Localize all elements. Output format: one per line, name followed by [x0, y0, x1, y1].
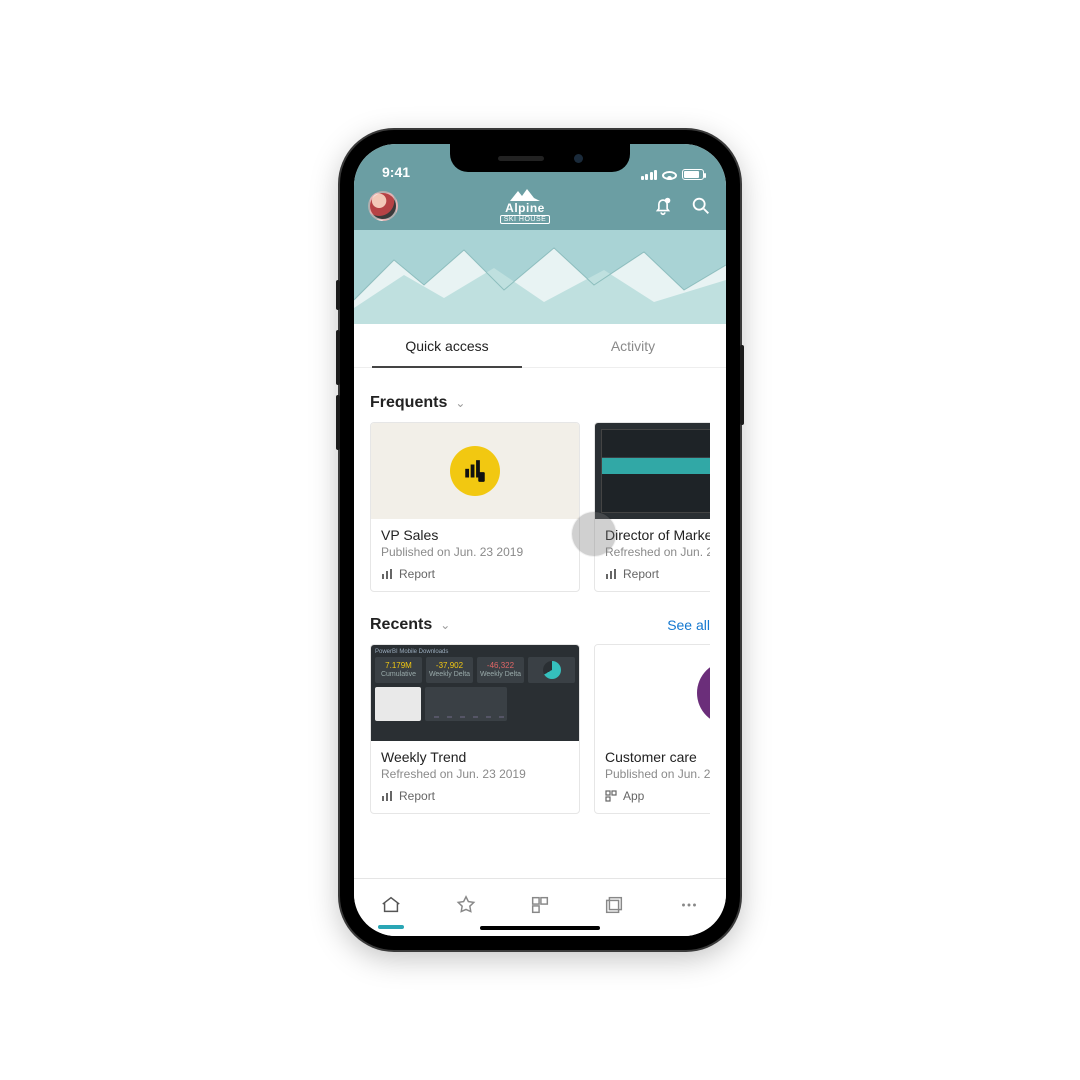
workspaces-icon	[603, 894, 625, 916]
card-thumbnail: PowerBI Mobile Downloads 7.179MCumulativ…	[371, 645, 579, 741]
screen: 9:41 Alpine SKI HOUSE	[354, 144, 726, 936]
battery-icon	[682, 169, 704, 180]
table-preview	[375, 687, 421, 721]
nav-apps[interactable]	[518, 887, 562, 923]
card-title: VP Sales	[381, 527, 569, 543]
status-time: 9:41	[376, 164, 410, 180]
nav-more[interactable]	[667, 887, 711, 923]
card-thumbnail: 0.7	[595, 423, 710, 519]
section-frequents: Frequents ⌄ VP Sales	[354, 380, 726, 602]
tab-label: Quick access	[405, 338, 488, 354]
pie-icon	[543, 661, 561, 679]
card-kind: Report	[605, 567, 710, 581]
search-icon[interactable]	[690, 195, 712, 217]
app-icon	[605, 790, 617, 802]
brand-line2: SKI HOUSE	[500, 215, 551, 224]
home-icon	[380, 894, 402, 916]
nav-workspaces[interactable]	[592, 887, 636, 923]
hero-image	[354, 230, 726, 324]
card-customer-care[interactable]: MI Customer care Published on Jun. 23 20…	[594, 644, 710, 814]
card-subtitle: Refreshed on Jun. 23 2019	[381, 767, 569, 781]
status-icons	[641, 169, 705, 180]
card-subtitle: Published on Jun. 23 2019	[605, 767, 710, 781]
section-heading: Recents	[370, 616, 432, 634]
card-title: Director of Marketing	[605, 527, 710, 543]
section-heading: Frequents	[370, 394, 447, 412]
report-icon	[605, 568, 617, 580]
phone-frame: 9:41 Alpine SKI HOUSE	[340, 130, 740, 950]
profile-avatar[interactable]	[368, 191, 398, 221]
side-button	[336, 395, 340, 450]
side-button	[336, 330, 340, 385]
home-indicator[interactable]	[480, 926, 600, 930]
touch-indicator	[572, 512, 616, 556]
dashboard-title: PowerBI Mobile Downloads	[375, 649, 575, 655]
powerbi-icon	[450, 446, 500, 496]
card-subtitle: Published on Jun. 23 2019	[381, 545, 569, 559]
notifications-icon[interactable]	[652, 195, 674, 217]
card-kind: App	[605, 789, 710, 803]
card-title: Customer care	[605, 749, 710, 765]
tab-activity[interactable]: Activity	[540, 324, 726, 367]
tabs: Quick access Activity	[354, 324, 726, 368]
apps-icon	[529, 894, 551, 916]
card-weekly-trend[interactable]: PowerBI Mobile Downloads 7.179MCumulativ…	[370, 644, 580, 814]
bar-preview	[425, 687, 507, 721]
chevron-down-icon[interactable]: ⌄	[455, 396, 465, 410]
card-thumbnail: MI	[595, 645, 710, 741]
nav-favorites[interactable]	[444, 887, 488, 923]
nav-home[interactable]	[369, 887, 413, 923]
brand-line1: Alpine	[505, 202, 545, 214]
card-vp-sales[interactable]: VP Sales Published on Jun. 23 2019 Repor…	[370, 422, 580, 592]
app-avatar: MI	[697, 661, 710, 725]
card-subtitle: Refreshed on Jun. 23 2019	[605, 545, 710, 559]
card-director-marketing[interactable]: 0.7 Director of Marketing Refreshed on J…	[594, 422, 710, 592]
star-icon	[455, 894, 477, 916]
notch	[450, 144, 630, 172]
app-bar: Alpine SKI HOUSE	[354, 182, 726, 230]
side-button	[336, 280, 340, 310]
tab-label: Activity	[611, 338, 655, 354]
report-icon	[381, 790, 393, 802]
card-title: Weekly Trend	[381, 749, 569, 765]
card-kind: Report	[381, 567, 569, 581]
card-thumbnail	[371, 423, 579, 519]
report-icon	[381, 568, 393, 580]
chevron-down-icon[interactable]: ⌄	[440, 618, 450, 632]
see-all-link[interactable]: See all	[667, 617, 710, 633]
section-recents: Recents ⌄ See all PowerBI Mobile Downloa…	[354, 602, 726, 824]
brand-logo[interactable]: Alpine SKI HOUSE	[500, 188, 551, 224]
more-icon	[678, 894, 700, 916]
cellular-icon	[641, 170, 658, 180]
card-kind: Report	[381, 789, 569, 803]
content[interactable]: Frequents ⌄ VP Sales	[354, 368, 726, 878]
side-button	[740, 345, 744, 425]
wifi-icon	[662, 169, 677, 180]
tab-quick-access[interactable]: Quick access	[354, 324, 540, 367]
